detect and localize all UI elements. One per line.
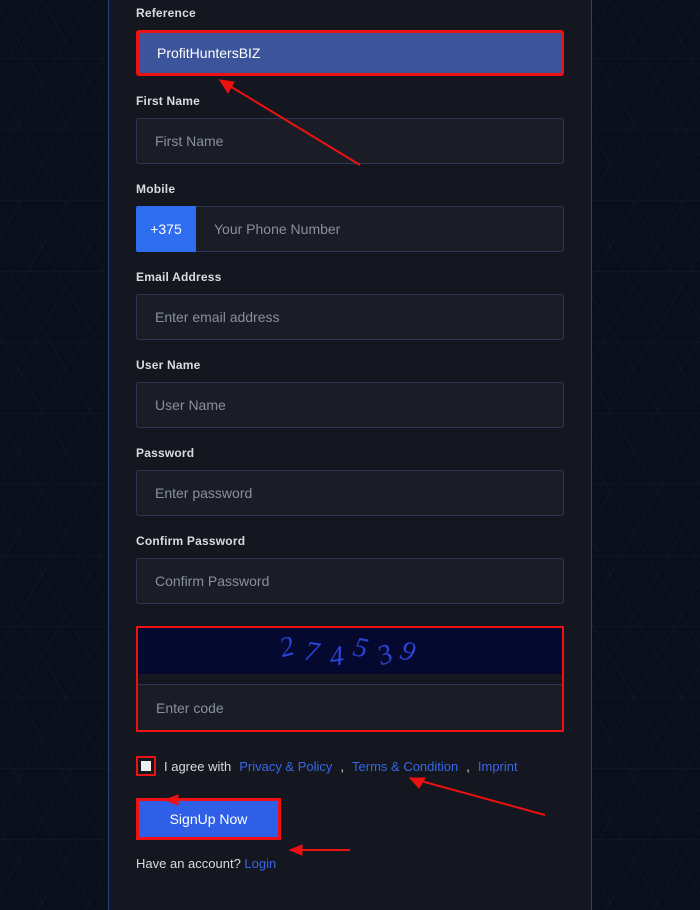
first-name-input[interactable]	[136, 118, 564, 164]
captcha-section: 2 7 4 5 3 9	[136, 626, 564, 732]
login-link[interactable]: Login	[244, 856, 276, 871]
agree-checkbox[interactable]	[136, 756, 156, 776]
captcha-image: 2 7 4 5 3 9	[138, 628, 562, 674]
captcha-char: 5	[350, 632, 374, 667]
password-input[interactable]	[136, 470, 564, 516]
email-label: Email Address	[136, 270, 564, 284]
terms-link[interactable]: Terms & Condition	[352, 759, 458, 774]
have-account-text: Have an account?	[136, 856, 241, 871]
mobile-label: Mobile	[136, 182, 564, 196]
separator: ,	[466, 759, 470, 774]
captcha-char: 9	[396, 635, 423, 671]
have-account-row: Have an account? Login	[136, 856, 564, 871]
privacy-link[interactable]: Privacy & Policy	[239, 759, 332, 774]
phone-input[interactable]	[196, 206, 564, 252]
phone-prefix-select[interactable]: +375	[136, 206, 196, 252]
imprint-link[interactable]: Imprint	[478, 759, 518, 774]
checkbox-filled-icon	[141, 761, 151, 771]
email-input[interactable]	[136, 294, 564, 340]
captcha-char: 3	[373, 637, 401, 673]
agree-row: I agree with Privacy & Policy , Terms & …	[136, 756, 564, 776]
password-label: Password	[136, 446, 564, 460]
signup-button[interactable]: SignUp Now	[136, 798, 281, 840]
captcha-input[interactable]	[138, 684, 562, 730]
captcha-char: 2	[276, 629, 302, 665]
reference-input[interactable]	[136, 30, 564, 76]
signup-form-panel: Reference First Name Mobile +375 Email A…	[108, 0, 592, 910]
first-name-label: First Name	[136, 94, 564, 108]
captcha-char: 7	[302, 636, 325, 671]
reference-label: Reference	[136, 6, 564, 20]
captcha-char: 4	[328, 640, 350, 674]
separator: ,	[340, 759, 344, 774]
confirm-password-input[interactable]	[136, 558, 564, 604]
username-input[interactable]	[136, 382, 564, 428]
confirm-password-label: Confirm Password	[136, 534, 564, 548]
username-label: User Name	[136, 358, 564, 372]
agree-text: I agree with	[164, 759, 231, 774]
